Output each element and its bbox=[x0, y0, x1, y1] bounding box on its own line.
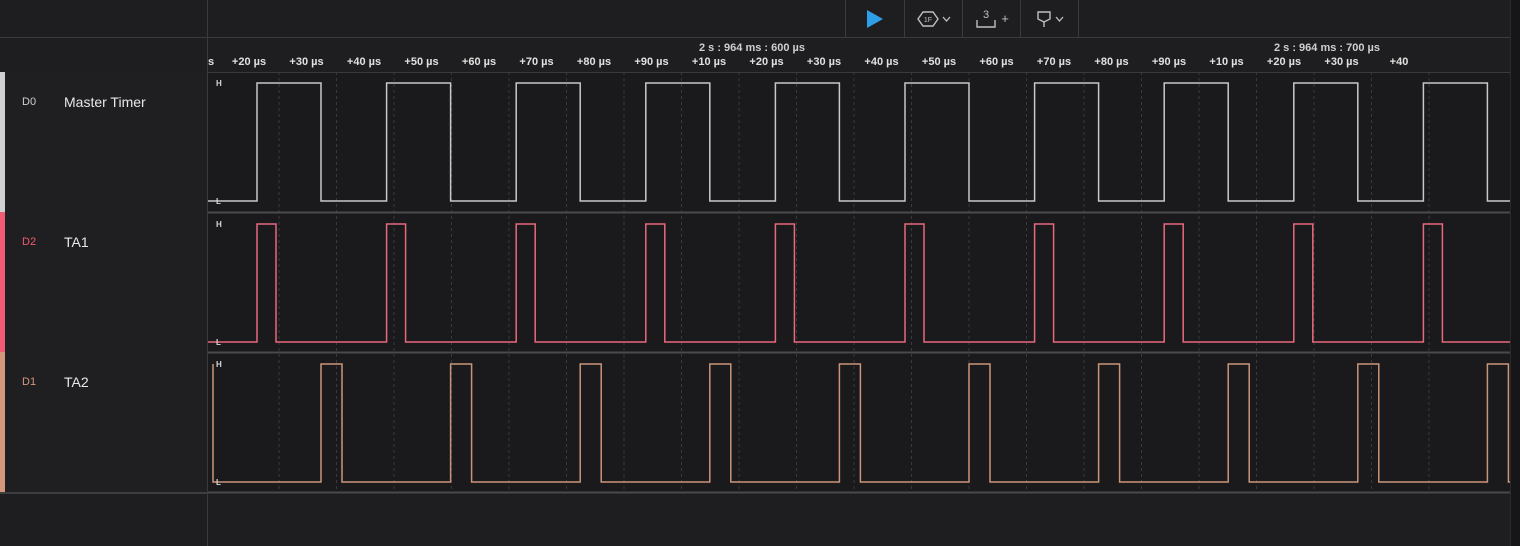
channel-list-empty-area bbox=[0, 494, 208, 546]
channel-name: Master Timer bbox=[64, 94, 146, 110]
ruler-group-label: 2 s : 964 ms : 600 µs bbox=[699, 42, 805, 54]
level-high-label: H bbox=[216, 220, 222, 229]
waveform-empty-area bbox=[208, 494, 1510, 546]
channel-id: D1 bbox=[22, 376, 37, 388]
vertical-scrollbar[interactable] bbox=[1510, 0, 1520, 546]
channel-color-bar bbox=[0, 72, 5, 212]
measurement-icon: 3 bbox=[976, 9, 996, 28]
logic-analyzer-window: 1F 3 + D0 Master Timer D2 TA1 D1 TA2 s +… bbox=[0, 0, 1520, 546]
trigger-dropdown-button[interactable]: 1F bbox=[904, 0, 962, 37]
channel-row-d1[interactable]: D1 TA2 bbox=[0, 352, 208, 494]
ruler-tick-label: +80 µs bbox=[577, 56, 611, 68]
channel-id: D0 bbox=[22, 96, 37, 108]
top-toolbar: 1F 3 + bbox=[0, 0, 1520, 38]
ruler-tick-label: +20 µs bbox=[232, 56, 266, 68]
ruler-tick-label: +30 µs bbox=[289, 56, 323, 68]
marker-dropdown-button[interactable] bbox=[1020, 0, 1079, 37]
play-button[interactable] bbox=[845, 0, 904, 37]
ruler-tick-label: +70 µs bbox=[1037, 56, 1071, 68]
ruler-tick-label: +90 µs bbox=[634, 56, 668, 68]
level-low-label: L bbox=[216, 197, 221, 206]
level-high-label: H bbox=[216, 79, 222, 88]
waveform-view[interactable]: s +20 µs +30 µs +40 µs +50 µs +60 µs +70 µs +80… bbox=[208, 38, 1510, 546]
ruler-tick-label: +70 µs bbox=[519, 56, 553, 68]
svg-text:1F: 1F bbox=[923, 17, 931, 24]
ruler-tick-label: +10 µs bbox=[1209, 56, 1243, 68]
plot-area bbox=[208, 73, 1510, 493]
channel-id: D2 bbox=[22, 236, 37, 248]
level-low-label: L bbox=[216, 478, 221, 487]
level-high-label: H bbox=[216, 360, 222, 369]
play-icon bbox=[866, 9, 883, 28]
toolbar-left-area bbox=[0, 0, 208, 37]
add-measurement-plus: + bbox=[1001, 11, 1009, 26]
ruler-tick-label: +50 µs bbox=[922, 56, 956, 68]
ruler-group-label: 2 s : 964 ms : 700 µs bbox=[1274, 42, 1380, 54]
ruler-tick-label: +60 µs bbox=[979, 56, 1013, 68]
ruler-tick-label: +20 µs bbox=[1267, 56, 1301, 68]
ruler-tick-label: +30 µs bbox=[807, 56, 841, 68]
toolbar-controls: 1F 3 + bbox=[845, 0, 1079, 37]
timeline-header-left bbox=[0, 38, 208, 73]
ruler-tick-label: +40 µs bbox=[864, 56, 898, 68]
chevron-down-icon bbox=[1055, 16, 1063, 22]
ruler-tick-label: +90 µs bbox=[1152, 56, 1186, 68]
ruler-tick-label: +30 µs bbox=[1324, 56, 1358, 68]
channel-name: TA2 bbox=[64, 374, 89, 390]
channel-color-bar bbox=[0, 212, 5, 352]
ruler-tick-label: +40 bbox=[1390, 56, 1409, 68]
channel-row-d2[interactable]: D2 TA1 bbox=[0, 212, 208, 354]
add-measurement-button[interactable]: 3 + bbox=[962, 0, 1020, 37]
channel-color-bar bbox=[0, 352, 5, 492]
ruler-tick-label: +20 µs bbox=[749, 56, 783, 68]
ruler-tick-label: s bbox=[208, 56, 214, 68]
ruler-tick-label: +80 µs bbox=[1094, 56, 1128, 68]
svg-text:3: 3 bbox=[983, 9, 989, 21]
chevron-down-icon bbox=[942, 16, 950, 22]
ruler-tick-label: +40 µs bbox=[347, 56, 381, 68]
level-low-label: L bbox=[216, 338, 221, 347]
ruler-tick-label: +60 µs bbox=[462, 56, 496, 68]
channel-row-d0[interactable]: D0 Master Timer bbox=[0, 72, 208, 214]
trigger-hex-icon: 1F bbox=[916, 10, 939, 27]
channel-name: TA1 bbox=[64, 234, 89, 250]
ruler-tick-label: +10 µs bbox=[692, 56, 726, 68]
ruler-tick-label: +50 µs bbox=[404, 56, 438, 68]
marker-flag-icon bbox=[1036, 10, 1051, 27]
